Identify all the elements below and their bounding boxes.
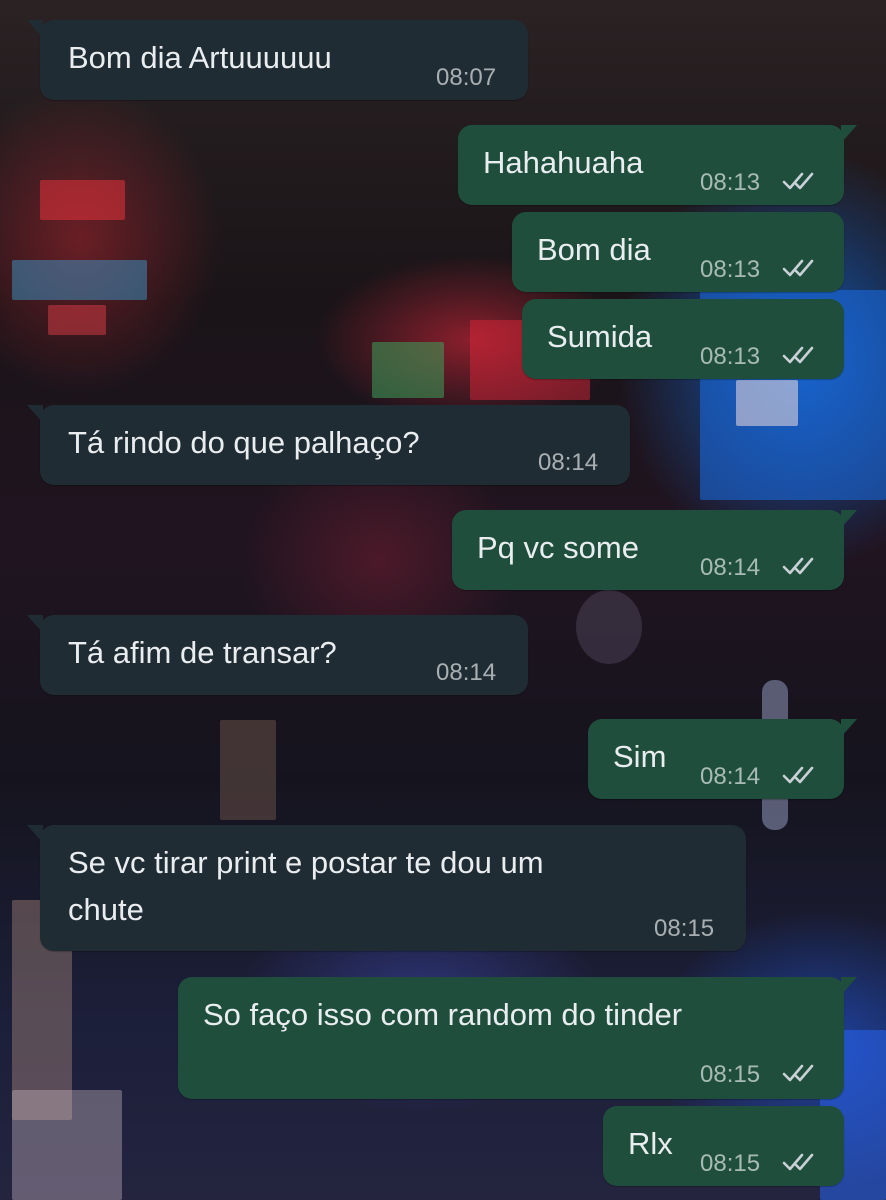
outgoing-message[interactable]: Hahahuaha 08:13 — [458, 125, 857, 205]
message-time: 08:13 — [700, 169, 761, 196]
bubble-tail — [27, 615, 43, 633]
outgoing-message[interactable]: Bom dia 08:13 — [512, 212, 844, 292]
bubble-tail — [27, 825, 43, 843]
message-text: Bom dia — [537, 232, 651, 267]
message-time: 08:13 — [700, 343, 761, 370]
incoming-message[interactable]: Tá rindo do que palhaço? 08:14 — [27, 405, 630, 485]
message-text: chute — [68, 892, 144, 927]
message-list[interactable]: Bom dia Artuuuuuu 08:07 Hahahuaha 08:13 … — [0, 0, 886, 1200]
message-text: Sumida — [547, 319, 653, 354]
bubble-tail — [27, 20, 43, 38]
message-time: 08:14 — [700, 763, 761, 790]
double-check-icon — [782, 259, 814, 277]
message-time: 08:14 — [436, 659, 497, 686]
double-check-icon — [782, 557, 814, 575]
message-time: 08:15 — [654, 915, 715, 942]
message-time: 08:15 — [700, 1150, 761, 1177]
message-time: 08:07 — [436, 64, 497, 91]
bubble-tail — [841, 125, 857, 143]
message-text: Pq vc some — [477, 530, 639, 565]
incoming-message[interactable]: Bom dia Artuuuuuu 08:07 — [27, 20, 528, 100]
bubble-tail — [841, 719, 857, 737]
outgoing-message[interactable]: So faço isso com random do tinder 08:15 — [178, 977, 857, 1099]
bubble-tail — [841, 977, 857, 995]
message-text: Bom dia Artuuuuuu — [68, 40, 332, 75]
message-text: Tá afim de transar? — [68, 635, 337, 670]
double-check-icon — [782, 346, 814, 364]
incoming-message[interactable]: Se vc tirar print e postar te dou um chu… — [27, 825, 746, 951]
message-text: Sim — [613, 739, 667, 774]
message-text: Se vc tirar print e postar te dou um — [68, 845, 544, 880]
incoming-message[interactable]: Tá afim de transar? 08:14 — [27, 615, 528, 695]
message-time: 08:15 — [700, 1061, 761, 1088]
message-time: 08:14 — [538, 449, 599, 476]
bubble-tail — [841, 510, 857, 528]
outgoing-message[interactable]: Pq vc some 08:14 — [452, 510, 857, 590]
outgoing-message[interactable]: Rlx 08:15 — [603, 1106, 844, 1186]
message-text: Hahahuaha — [483, 145, 644, 180]
double-check-icon — [782, 172, 814, 190]
outgoing-message[interactable]: Sim 08:14 — [588, 719, 857, 799]
bubble-tail — [27, 405, 43, 423]
outgoing-message[interactable]: Sumida 08:13 — [522, 299, 844, 379]
message-time: 08:13 — [700, 256, 761, 283]
message-time: 08:14 — [700, 554, 761, 581]
double-check-icon — [782, 1064, 814, 1082]
message-text: Rlx — [628, 1126, 673, 1161]
double-check-icon — [782, 766, 814, 784]
double-check-icon — [782, 1153, 814, 1171]
message-text: So faço isso com random do tinder — [203, 997, 683, 1032]
message-text: Tá rindo do que palhaço? — [68, 425, 420, 460]
